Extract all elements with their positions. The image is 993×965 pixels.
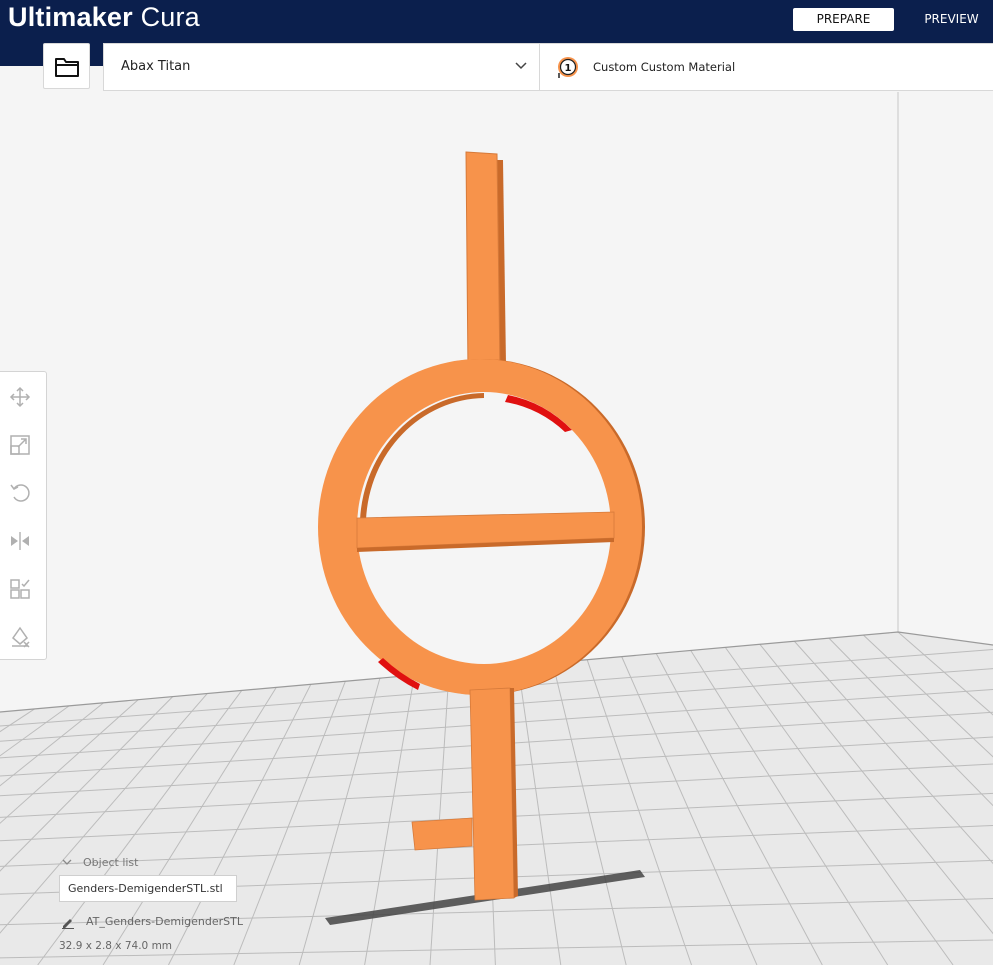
- object-list-panel: Object list Genders-DemigenderSTL.stl AT…: [58, 850, 318, 960]
- chevron-down-icon: [515, 62, 527, 70]
- chevron-down-icon: [62, 859, 72, 865]
- mirror-icon[interactable]: [9, 530, 31, 552]
- folder-icon: [55, 58, 79, 77]
- object-list-item[interactable]: Genders-DemigenderSTL.stl: [59, 875, 237, 902]
- open-file-button[interactable]: [43, 43, 90, 89]
- support-blocker-icon[interactable]: [9, 626, 31, 648]
- tab-preview[interactable]: PREVIEW: [910, 8, 993, 31]
- rotate-icon[interactable]: [9, 482, 31, 504]
- app-logo: Ultimaker Cura: [8, 2, 200, 32]
- scale-icon[interactable]: [9, 434, 31, 456]
- printer-name: Abax Titan: [121, 59, 191, 74]
- tool-panel: [0, 371, 47, 660]
- pencil-icon: [62, 919, 74, 929]
- extruder-icon: 1: [558, 57, 578, 78]
- 3d-viewport[interactable]: [0, 66, 993, 965]
- material-selector[interactable]: 1 Custom Custom Material: [539, 43, 993, 91]
- tab-prepare[interactable]: PREPARE: [793, 8, 894, 31]
- object-dimensions: 32.9 x 2.8 x 74.0 mm: [59, 940, 173, 952]
- material-name: Custom Custom Material: [593, 60, 736, 74]
- build-plate-scene: [0, 66, 993, 965]
- object-name: AT_Genders-DemigenderSTL: [86, 915, 243, 928]
- per-model-settings-icon[interactable]: [9, 578, 31, 600]
- move-icon[interactable]: [9, 386, 31, 408]
- svg-text:1: 1: [565, 63, 572, 74]
- object-list-label: Object list: [83, 856, 139, 869]
- printer-selector[interactable]: Abax Titan: [103, 43, 540, 91]
